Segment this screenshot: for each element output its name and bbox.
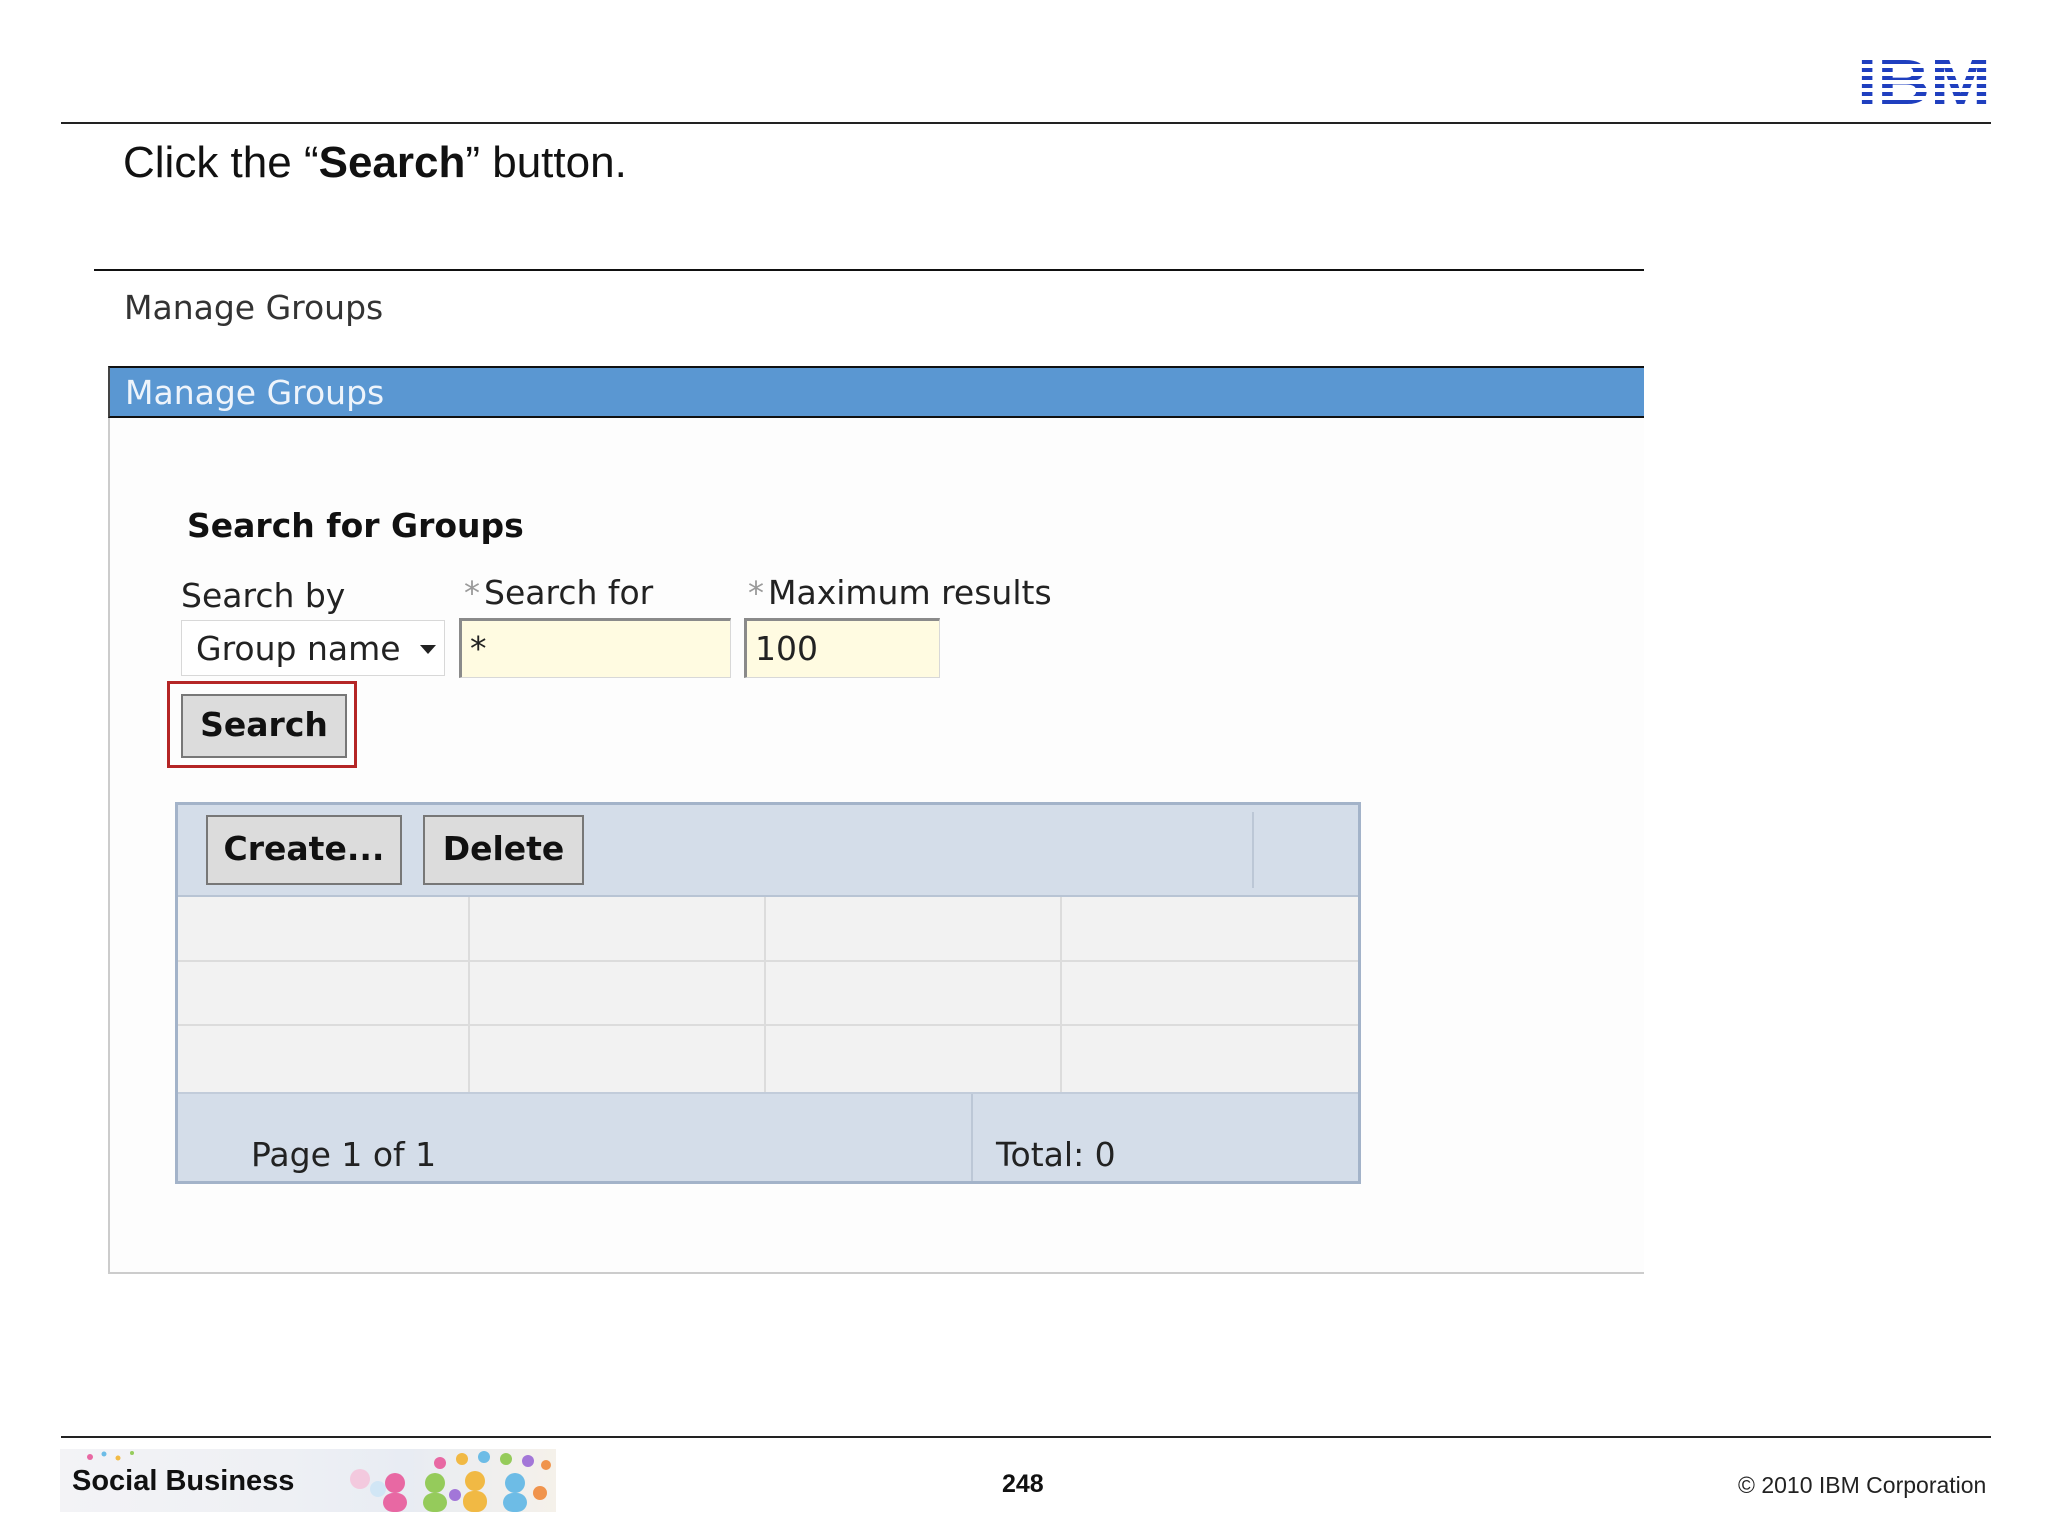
table-row — [178, 961, 1358, 1025]
search-by-value: Group name — [196, 629, 401, 668]
slide-number: 248 — [1002, 1470, 1044, 1498]
max-results-label: * Maximum results — [748, 573, 1052, 612]
search-by-label: Search by — [181, 576, 346, 615]
column-divider — [468, 897, 470, 1092]
breadcrumb[interactable]: Manage Groups — [124, 288, 383, 327]
required-marker: * — [748, 574, 764, 612]
instruction-bold: Search — [318, 138, 466, 187]
max-results-label-text: Maximum results — [768, 573, 1052, 612]
panel-title: Manage Groups — [125, 373, 385, 412]
search-by-select[interactable]: Group name — [181, 620, 445, 676]
column-divider — [1060, 897, 1062, 1092]
search-for-label: * Search for — [464, 573, 653, 612]
create-button[interactable]: Create... — [206, 815, 402, 885]
column-divider — [764, 897, 766, 1092]
row-divider — [178, 1024, 1358, 1026]
required-marker: * — [464, 574, 480, 612]
instruction-prefix: Click the “ — [123, 138, 319, 187]
table-row — [178, 1025, 1358, 1092]
max-results-value: 100 — [755, 629, 818, 668]
search-button[interactable]: Search — [181, 694, 347, 758]
max-results-input[interactable]: 100 — [744, 618, 940, 678]
toolbar-divider — [1252, 812, 1254, 888]
row-divider — [178, 960, 1358, 962]
search-for-value: * — [470, 629, 487, 668]
copyright: © 2010 IBM Corporation — [1738, 1472, 1987, 1498]
slide-instruction: Click the “Search” button. — [123, 138, 627, 188]
search-for-input[interactable]: * — [459, 618, 731, 678]
chevron-down-icon[interactable] — [420, 645, 436, 654]
social-business-banner: Social Business — [60, 1449, 556, 1512]
instruction-suffix: ” button. — [465, 138, 627, 187]
table-row — [178, 897, 1358, 961]
page-info: Page 1 of 1 — [251, 1135, 437, 1174]
search-for-label-text: Search for — [484, 573, 654, 612]
section-title: Search for Groups — [187, 506, 524, 545]
footer-divider-line — [61, 1436, 1991, 1438]
total-count: Total: 0 — [996, 1135, 1116, 1174]
delete-button[interactable]: Delete — [423, 815, 584, 885]
screenshot-divider — [94, 269, 1644, 271]
footer-divider — [971, 1094, 973, 1181]
social-business-label: Social Business — [72, 1465, 295, 1497]
header-divider — [61, 122, 1991, 124]
ibm-logo: IBM — [1857, 52, 1991, 104]
